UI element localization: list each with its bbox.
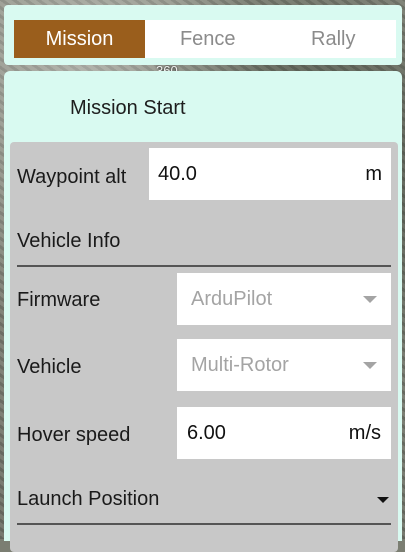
- tab-group: Mission Fence Rally: [14, 20, 396, 58]
- vehicle-label: Vehicle: [17, 356, 82, 378]
- mission-settings-section: Waypoint alt 40.0 m Vehicle Info Firmwar…: [10, 142, 398, 552]
- tab-mission[interactable]: Mission: [14, 20, 145, 58]
- waypoint-alt-field[interactable]: 40.0 m: [149, 148, 391, 200]
- hover-speed-value: 6.00: [187, 421, 226, 444]
- waypoint-alt-unit: m: [365, 162, 382, 185]
- tab-fence[interactable]: Fence: [145, 20, 271, 58]
- plan-tab-bar: Mission Fence Rally: [4, 5, 402, 65]
- firmware-selected-value: ArduPilot: [191, 287, 273, 310]
- tab-rally[interactable]: Rally: [271, 20, 397, 58]
- chevron-down-icon[interactable]: [377, 497, 389, 503]
- launch-position-header[interactable]: Launch Position: [17, 488, 159, 511]
- vehicle-info-divider: [17, 265, 391, 267]
- waypoint-alt-label: Waypoint alt: [17, 166, 127, 188]
- mission-start-panel: Mission Start Waypoint alt 40.0 m Vehicl…: [4, 71, 402, 552]
- firmware-label: Firmware: [17, 289, 101, 311]
- vehicle-select[interactable]: Multi-Rotor: [177, 339, 391, 391]
- hover-speed-unit: m/s: [348, 421, 381, 444]
- firmware-select[interactable]: ArduPilot: [177, 273, 391, 325]
- chevron-down-icon: [363, 295, 377, 303]
- launch-position-divider: [17, 523, 391, 525]
- vehicle-info-header[interactable]: Vehicle Info: [17, 230, 120, 253]
- vehicle-selected-value: Multi-Rotor: [191, 353, 289, 376]
- waypoint-alt-value: 40.0: [158, 162, 197, 185]
- panel-title[interactable]: Mission Start: [70, 97, 186, 120]
- hover-speed-field[interactable]: 6.00 m/s: [177, 407, 391, 459]
- hover-speed-label: Hover speed: [17, 424, 131, 446]
- chevron-down-icon: [363, 361, 377, 369]
